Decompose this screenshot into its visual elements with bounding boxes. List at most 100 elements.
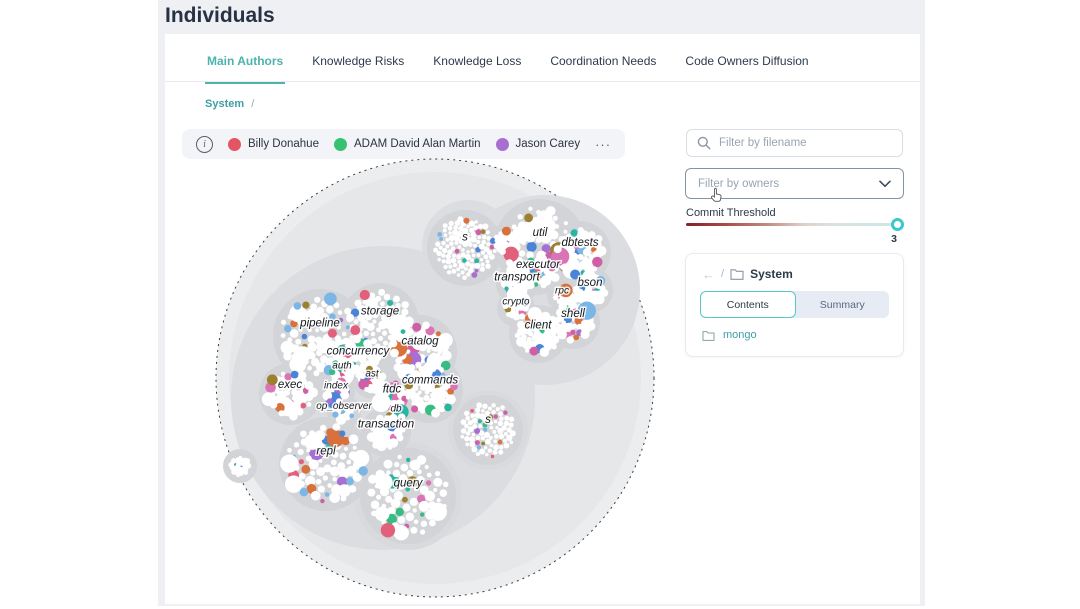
file-circle[interactable] <box>280 455 298 473</box>
file-circle[interactable] <box>438 258 441 261</box>
cluster-label-ftdc[interactable]: ftdc <box>383 383 402 395</box>
file-circle[interactable] <box>457 273 461 277</box>
cluster-label-util[interactable]: util <box>533 227 548 239</box>
file-circle[interactable] <box>372 442 378 448</box>
file-circle[interactable] <box>446 259 452 265</box>
file-circle[interactable] <box>469 221 475 227</box>
file-circle[interactable] <box>512 224 517 229</box>
file-circle[interactable] <box>368 475 377 484</box>
cluster-label-db[interactable]: db <box>390 404 402 415</box>
file-circle[interactable] <box>530 347 539 356</box>
file-circle[interactable] <box>519 250 525 256</box>
file-circle[interactable] <box>396 434 403 441</box>
file-circle[interactable] <box>344 447 348 451</box>
cluster-label-s[interactable]: s <box>485 414 491 426</box>
explorer-tab-summary[interactable]: Summary <box>796 291 890 318</box>
tab-coordination-needs[interactable]: Coordination Needs <box>548 48 658 84</box>
file-circle[interactable] <box>281 320 286 325</box>
file-circle[interactable] <box>456 267 460 271</box>
file-circle[interactable] <box>308 336 316 344</box>
file-circle[interactable] <box>475 220 478 223</box>
file-circle[interactable] <box>267 374 278 385</box>
file-circle[interactable] <box>469 442 475 448</box>
file-circle[interactable] <box>425 491 435 501</box>
file-circle[interactable] <box>469 228 474 233</box>
file-circle[interactable] <box>371 511 377 517</box>
file-circle[interactable] <box>509 422 514 427</box>
file-circle[interactable] <box>482 223 488 229</box>
file-circle[interactable] <box>320 499 324 503</box>
file-circle[interactable] <box>457 216 463 222</box>
file-circle[interactable] <box>326 428 334 436</box>
file-circle[interactable] <box>468 268 473 273</box>
file-circle[interactable] <box>546 270 556 280</box>
file-circle[interactable] <box>503 439 507 443</box>
file-circle[interactable] <box>347 317 352 322</box>
file-circle[interactable] <box>510 441 514 445</box>
file-circle[interactable] <box>285 476 302 493</box>
cluster-label-concurrency[interactable]: concurrency <box>327 346 391 358</box>
file-circle[interactable] <box>349 434 359 444</box>
file-circle[interactable] <box>515 333 520 338</box>
file-circle[interactable] <box>481 251 485 255</box>
file-circle[interactable] <box>313 370 319 376</box>
file-circle[interactable] <box>461 271 465 275</box>
file-circle[interactable] <box>382 331 387 336</box>
file-circle[interactable] <box>454 241 458 245</box>
cluster-label-pipeline[interactable]: pipeline <box>299 318 340 330</box>
file-circle[interactable] <box>307 366 312 371</box>
file-circle[interactable] <box>486 230 490 234</box>
cluster-label-shell[interactable]: shell <box>561 308 585 320</box>
file-circle[interactable] <box>408 323 412 327</box>
file-circle[interactable] <box>378 336 383 341</box>
file-circle[interactable] <box>551 336 559 344</box>
file-circle[interactable] <box>491 410 495 414</box>
file-circle[interactable] <box>452 254 456 258</box>
file-circle[interactable] <box>504 286 508 290</box>
file-circle[interactable] <box>468 242 473 247</box>
file-circle[interactable] <box>524 213 533 222</box>
cluster-label-op_observer[interactable]: op_observer <box>316 401 372 412</box>
file-circle[interactable] <box>414 520 419 525</box>
file-circle[interactable] <box>410 498 418 506</box>
file-circle[interactable] <box>466 272 470 276</box>
file-circle[interactable] <box>486 259 490 263</box>
file-circle[interactable] <box>481 262 485 266</box>
file-circle[interactable] <box>540 347 550 357</box>
file-circle[interactable] <box>455 249 460 254</box>
file-circle[interactable] <box>386 470 390 474</box>
file-circle[interactable] <box>298 449 304 455</box>
file-circle[interactable] <box>433 478 442 487</box>
file-circle[interactable] <box>484 432 490 438</box>
file-circle[interactable] <box>236 473 241 478</box>
file-circle[interactable] <box>294 442 299 447</box>
file-circle[interactable] <box>484 255 489 260</box>
file-circle[interactable] <box>493 444 499 450</box>
file-circle[interactable] <box>300 488 308 496</box>
file-circle[interactable] <box>459 263 465 269</box>
file-circle[interactable] <box>504 421 509 426</box>
file-circle[interactable] <box>316 479 322 485</box>
legend-author[interactable]: Jason Carey <box>496 138 581 151</box>
file-circle[interactable] <box>315 430 326 441</box>
file-circle[interactable] <box>561 264 569 272</box>
file-circle[interactable] <box>327 483 332 488</box>
file-circle[interactable] <box>401 329 406 334</box>
file-circle[interactable] <box>442 351 452 361</box>
file-circle[interactable] <box>344 308 351 315</box>
file-circle[interactable] <box>483 427 487 431</box>
file-circle[interactable] <box>438 333 452 347</box>
file-circle[interactable] <box>431 409 440 418</box>
file-circle[interactable] <box>403 504 411 512</box>
file-circle[interactable] <box>490 426 494 430</box>
file-circle[interactable] <box>341 496 347 502</box>
file-circle[interactable] <box>363 331 369 337</box>
file-circle[interactable] <box>475 440 480 445</box>
file-circle[interactable] <box>351 372 355 376</box>
file-circle[interactable] <box>465 443 469 447</box>
file-circle[interactable] <box>342 332 347 337</box>
file-circle[interactable] <box>412 323 421 332</box>
file-circle[interactable] <box>349 485 356 492</box>
file-circle[interactable] <box>375 507 390 522</box>
file-circle[interactable] <box>546 206 556 216</box>
